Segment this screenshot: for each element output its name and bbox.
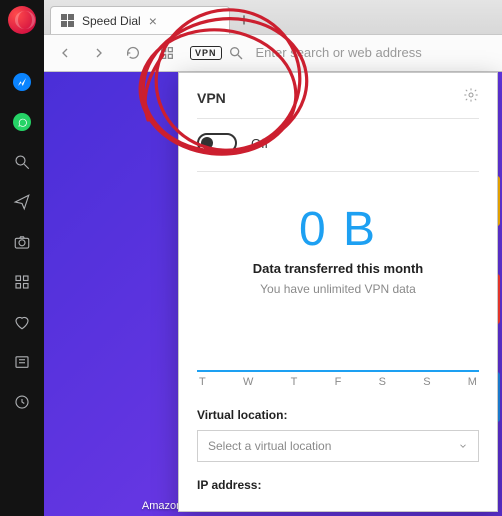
toolbar: VPN (44, 34, 502, 72)
vpn-data-value: 0 B (299, 202, 377, 257)
search-icon[interactable] (0, 142, 44, 182)
sidebar (0, 0, 44, 516)
search-in-address-icon[interactable] (228, 42, 244, 64)
vpn-toggle-label: Off (251, 136, 268, 151)
day-label: T (291, 376, 298, 388)
chevron-down-icon (458, 441, 468, 451)
day-label: S (423, 376, 430, 388)
tab-bar: Speed Dial × + (44, 0, 502, 34)
address-input[interactable] (256, 45, 492, 60)
day-label: W (243, 376, 253, 388)
send-icon[interactable] (0, 182, 44, 222)
vpn-title: VPN (197, 90, 226, 106)
opera-logo-icon (8, 6, 36, 34)
gear-icon[interactable] (463, 87, 479, 108)
ip-address-label: IP address: (197, 478, 479, 492)
address-bar[interactable] (256, 44, 492, 62)
vpn-badge[interactable]: VPN (190, 46, 222, 60)
vpn-panel: VPN Off 0 B Data transferred this month … (178, 72, 498, 512)
grid-icon[interactable] (0, 262, 44, 302)
tab-title: Speed Dial (82, 14, 141, 28)
tab-speed-dial[interactable]: Speed Dial × (50, 6, 230, 34)
back-button[interactable] (54, 42, 76, 64)
virtual-location-label: Virtual location: (197, 408, 479, 422)
close-icon[interactable]: × (149, 13, 157, 29)
news-icon[interactable] (0, 342, 44, 382)
virtual-location-placeholder: Select a virtual location (208, 439, 331, 453)
camera-icon[interactable] (0, 222, 44, 262)
vpn-data-sub: You have unlimited VPN data (260, 282, 416, 296)
vpn-data-label: Data transferred this month (253, 261, 423, 276)
speed-dial-icon (61, 14, 74, 27)
vpn-toggle[interactable] (197, 133, 237, 153)
day-label: F (335, 376, 342, 388)
heart-icon[interactable] (0, 302, 44, 342)
day-label: S (379, 376, 386, 388)
messenger-icon[interactable] (0, 62, 44, 102)
reload-button[interactable] (122, 42, 144, 64)
vpn-day-axis: T W T F S S M (197, 376, 479, 388)
forward-button[interactable] (88, 42, 110, 64)
new-tab-button[interactable]: + (230, 6, 258, 34)
address-box: VPN (190, 42, 244, 64)
day-label: T (199, 376, 206, 388)
vpn-sparkline (197, 342, 479, 372)
whatsapp-icon[interactable] (0, 102, 44, 142)
history-icon[interactable] (0, 382, 44, 422)
day-label: M (468, 376, 477, 388)
speed-dial-button[interactable] (156, 42, 178, 64)
virtual-location-select[interactable]: Select a virtual location (197, 430, 479, 462)
